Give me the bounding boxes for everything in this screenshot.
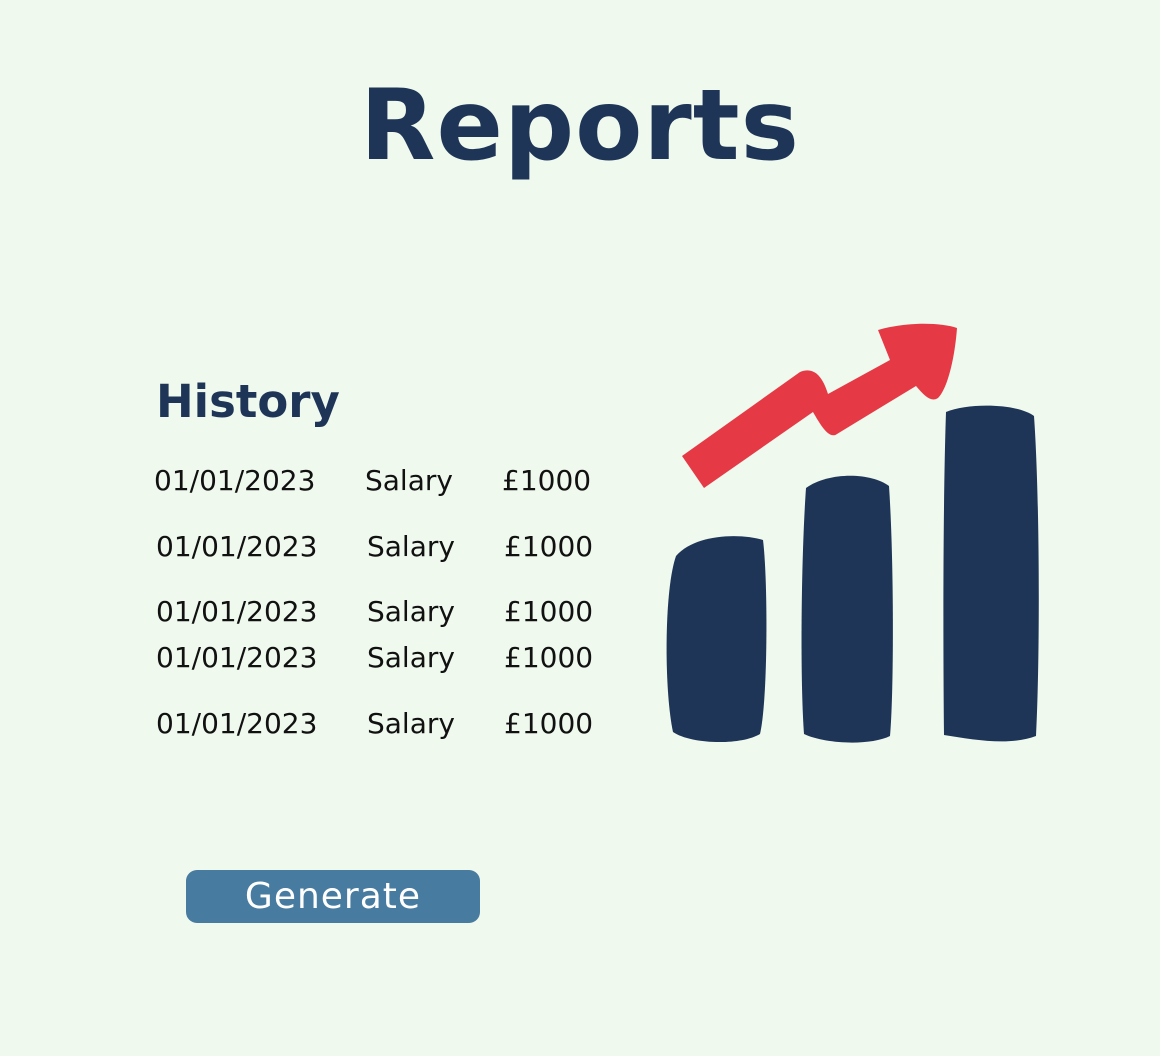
- chart-bar-medium: [801, 475, 893, 743]
- history-type: Salary: [367, 641, 455, 674]
- history-date: 01/01/2023: [156, 530, 318, 563]
- history-date: 01/01/2023: [154, 464, 316, 497]
- bar-chart-growth-icon: [666, 323, 1039, 743]
- generate-button[interactable]: Generate: [186, 870, 480, 923]
- history-type: Salary: [367, 530, 455, 563]
- chart-bar-short: [666, 536, 767, 743]
- history-type: Salary: [365, 464, 453, 497]
- history-type: Salary: [367, 595, 455, 628]
- history-heading: History: [156, 375, 340, 428]
- page-title: Reports: [360, 69, 800, 183]
- history-amount: £1000: [504, 595, 594, 628]
- history-amount: £1000: [504, 641, 594, 674]
- history-type: Salary: [367, 707, 455, 740]
- history-amount: £1000: [504, 530, 594, 563]
- history-date: 01/01/2023: [156, 595, 318, 628]
- history-date: 01/01/2023: [156, 641, 318, 674]
- history-amount: £1000: [504, 707, 594, 740]
- history-amount: £1000: [502, 464, 592, 497]
- growth-arrow-icon: [682, 323, 957, 488]
- chart-bar-tall: [943, 405, 1039, 742]
- history-date: 01/01/2023: [156, 707, 318, 740]
